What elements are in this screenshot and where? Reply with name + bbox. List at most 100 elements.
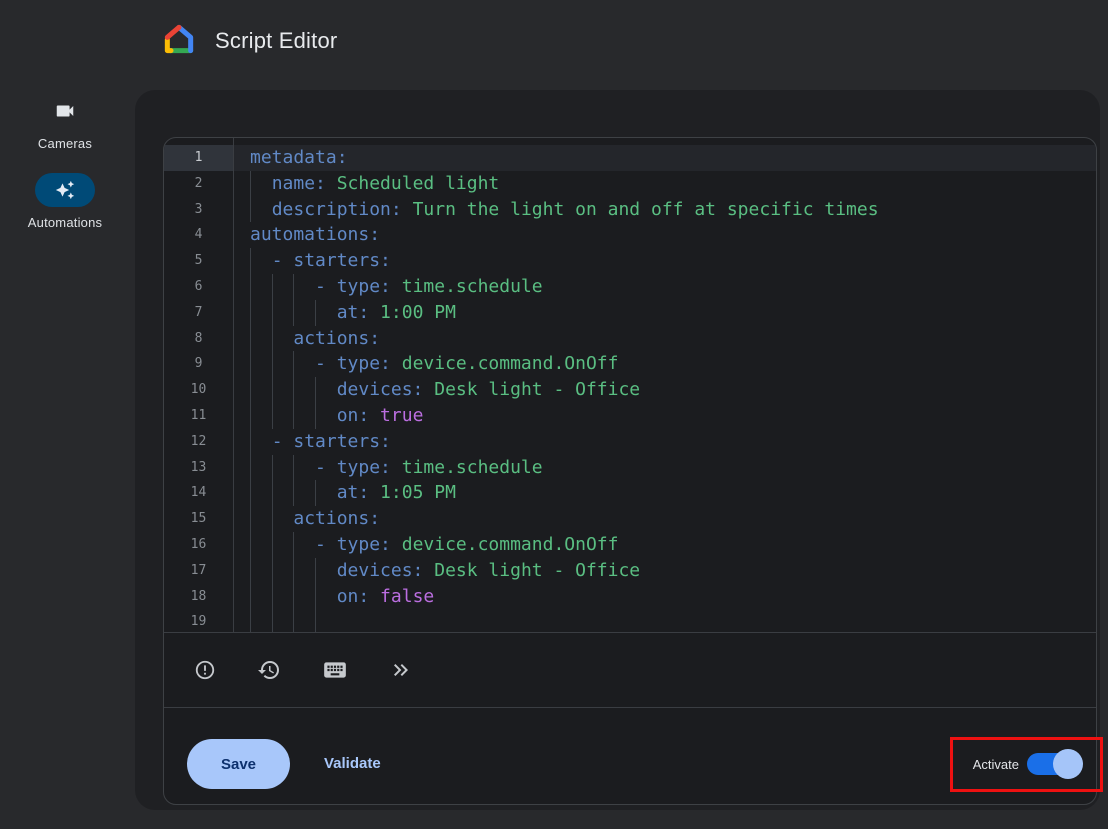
- code-line[interactable]: 12 - starters:: [164, 429, 1096, 455]
- editor-card: 1metadata:2 name: Scheduled light3 descr…: [135, 90, 1100, 810]
- line-number: 10: [164, 377, 233, 403]
- indent-guide: [272, 584, 273, 610]
- indent-guide: [293, 584, 294, 610]
- indent-guide: [315, 558, 316, 584]
- indent-guide: [293, 377, 294, 403]
- line-number: 3: [164, 197, 233, 223]
- code-line[interactable]: 5 - starters:: [164, 248, 1096, 274]
- sidebar-item-automations[interactable]: Automations: [0, 173, 130, 230]
- indent-guide: [293, 532, 294, 558]
- code-line[interactable]: 14 at: 1:05 PM: [164, 480, 1096, 506]
- indent-guide: [315, 377, 316, 403]
- indent-guide: [250, 403, 251, 429]
- indent-guide: [293, 274, 294, 300]
- gutter-divider: [233, 138, 234, 632]
- line-number: 2: [164, 171, 233, 197]
- videocam-icon: [54, 100, 76, 122]
- code-line[interactable]: 3 description: Turn the light on and off…: [164, 197, 1096, 223]
- sidebar: Cameras Automations: [0, 85, 130, 829]
- line-number: 15: [164, 506, 233, 532]
- sidebar-item-cameras[interactable]: Cameras: [0, 94, 130, 151]
- code-line[interactable]: 17 devices: Desk light - Office: [164, 558, 1096, 584]
- indent-guide: [315, 480, 316, 506]
- indent-guide: [250, 171, 251, 197]
- indent-guide: [315, 300, 316, 326]
- code-lines: 1metadata:2 name: Scheduled light3 descr…: [164, 145, 1096, 632]
- indent-guide: [250, 558, 251, 584]
- error-icon[interactable]: [194, 659, 216, 681]
- indent-guide: [250, 326, 251, 352]
- indent-guide: [250, 274, 251, 300]
- code-line[interactable]: 15 actions:: [164, 506, 1096, 532]
- code-line[interactable]: 4automations:: [164, 222, 1096, 248]
- indent-guide: [272, 532, 273, 558]
- indent-guide: [272, 506, 273, 532]
- code-line[interactable]: 6 - type: time.schedule: [164, 274, 1096, 300]
- indent-guide: [293, 558, 294, 584]
- indent-guide: [293, 403, 294, 429]
- line-number: 18: [164, 584, 233, 610]
- sidebar-item-label: Cameras: [0, 136, 130, 151]
- code-editor[interactable]: 1metadata:2 name: Scheduled light3 descr…: [164, 138, 1096, 632]
- google-home-logo-icon: [163, 23, 195, 55]
- code-line[interactable]: 7 at: 1:00 PM: [164, 300, 1096, 326]
- script-editor-panel: 1metadata:2 name: Scheduled light3 descr…: [163, 137, 1097, 805]
- indent-guide: [250, 532, 251, 558]
- code-line[interactable]: 8 actions:: [164, 326, 1096, 352]
- line-number: 1: [164, 145, 233, 171]
- line-number: 14: [164, 480, 233, 506]
- indent-guide: [272, 609, 273, 632]
- indent-guide: [250, 377, 251, 403]
- indent-guide: [250, 429, 251, 455]
- indent-guide: [272, 480, 273, 506]
- line-number: 7: [164, 300, 233, 326]
- action-bar: Save Validate Activate: [164, 708, 1096, 804]
- sidebar-item-label: Automations: [0, 215, 130, 230]
- indent-guide: [293, 300, 294, 326]
- indent-guide: [250, 300, 251, 326]
- indent-guide: [250, 248, 251, 274]
- indent-guide: [272, 377, 273, 403]
- indent-guide: [250, 455, 251, 481]
- code-line[interactable]: 11 on: true: [164, 403, 1096, 429]
- indent-guide: [272, 558, 273, 584]
- indent-guide: [315, 609, 316, 632]
- save-button[interactable]: Save: [187, 739, 290, 789]
- toggle-thumb: [1053, 749, 1083, 779]
- code-line[interactable]: 2 name: Scheduled light: [164, 171, 1096, 197]
- indent-guide: [272, 455, 273, 481]
- activate-toggle[interactable]: [1027, 753, 1069, 775]
- code-line[interactable]: 18 on: false: [164, 584, 1096, 610]
- double-chevron-right-icon[interactable]: [389, 658, 413, 682]
- indent-guide: [293, 455, 294, 481]
- active-pill: [35, 173, 95, 207]
- page-title: Script Editor: [215, 28, 337, 54]
- indent-guide: [272, 326, 273, 352]
- code-line[interactable]: 9 - type: device.command.OnOff: [164, 351, 1096, 377]
- activate-label: Activate: [973, 757, 1019, 772]
- indent-guide: [250, 197, 251, 223]
- indent-guide: [315, 584, 316, 610]
- code-line[interactable]: 10 devices: Desk light - Office: [164, 377, 1096, 403]
- line-number: 6: [164, 274, 233, 300]
- validate-button[interactable]: Validate: [324, 739, 381, 789]
- line-number: 19: [164, 609, 233, 632]
- editor-toolbar: [164, 633, 1096, 707]
- indent-guide: [272, 274, 273, 300]
- line-number: 9: [164, 351, 233, 377]
- auto-awesome-icon: [55, 180, 75, 200]
- indent-guide: [272, 300, 273, 326]
- code-line[interactable]: 19: [164, 609, 1096, 632]
- history-icon[interactable]: [257, 658, 281, 682]
- indent-guide: [250, 506, 251, 532]
- line-number: 8: [164, 326, 233, 352]
- indent-guide: [293, 480, 294, 506]
- line-number: 12: [164, 429, 233, 455]
- keyboard-icon[interactable]: [322, 657, 348, 683]
- line-number: 16: [164, 532, 233, 558]
- indent-guide: [272, 351, 273, 377]
- code-line[interactable]: 13 - type: time.schedule: [164, 455, 1096, 481]
- code-line[interactable]: 1metadata:: [164, 145, 1096, 171]
- code-line[interactable]: 16 - type: device.command.OnOff: [164, 532, 1096, 558]
- line-number: 13: [164, 455, 233, 481]
